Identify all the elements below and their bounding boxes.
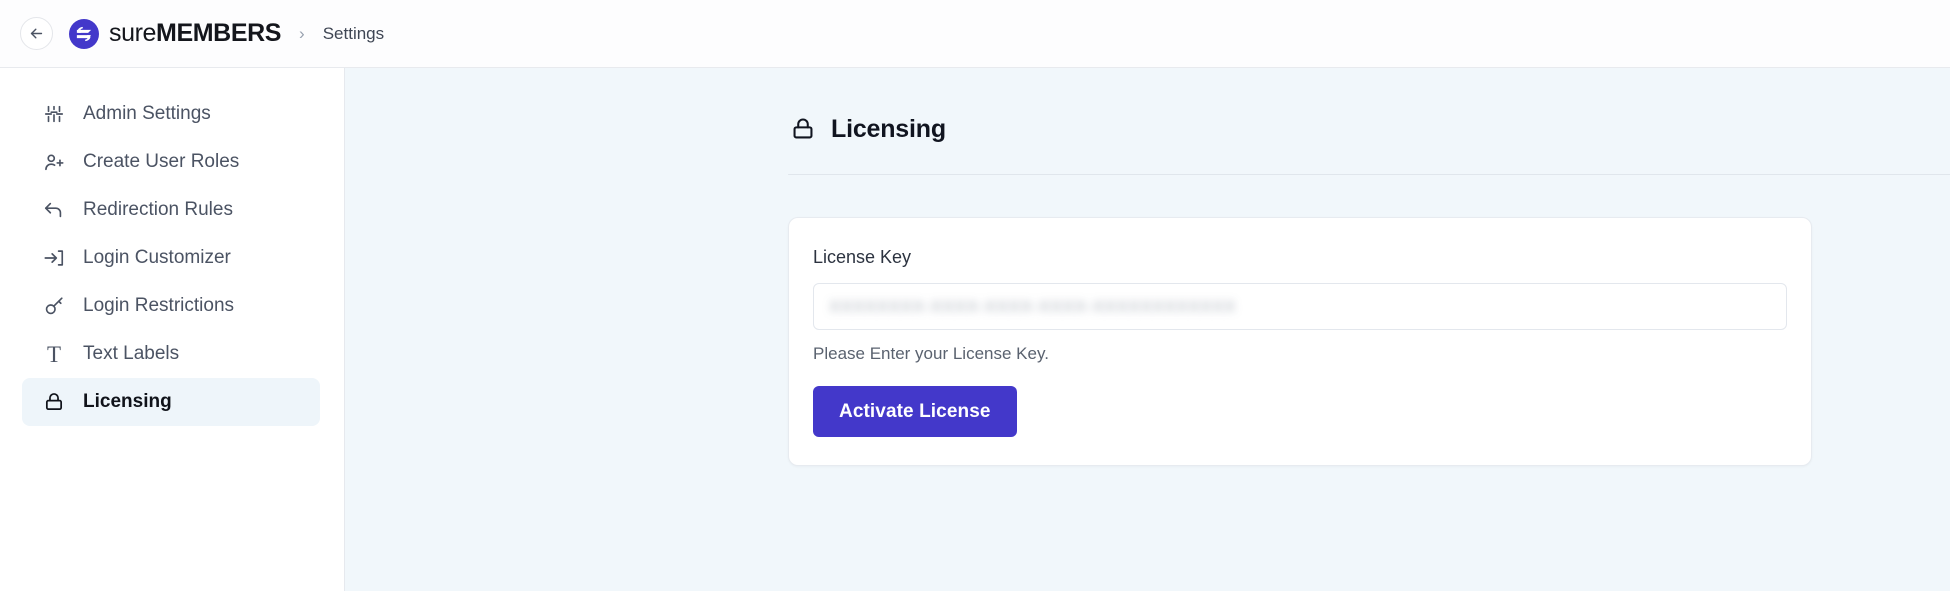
sidebar-item-create-user-roles[interactable]: Create User Roles bbox=[22, 138, 320, 186]
header-divider bbox=[788, 174, 1950, 175]
license-key-input[interactable]: XXXXXXXX-XXXX-XXXX-XXXX-XXXXXXXXXXXX bbox=[813, 283, 1787, 330]
brand-wordmark: sureMEMBERS bbox=[109, 21, 281, 46]
sidebar-item-redirection-rules[interactable]: Redirection Rules bbox=[22, 186, 320, 234]
sidebar-item-label: Admin Settings bbox=[83, 103, 211, 124]
sidebar-item-label: Login Restrictions bbox=[83, 295, 235, 316]
page-title: Licensing bbox=[831, 114, 946, 143]
sliders-icon bbox=[42, 102, 66, 126]
main-inner: Licensing License Key XXXXXXXX-XXXX-XXXX… bbox=[788, 116, 1950, 466]
sidebar-item-label: Licensing bbox=[83, 391, 172, 412]
main-content: Licensing License Key XXXXXXXX-XXXX-XXXX… bbox=[345, 68, 1950, 591]
license-key-label: License Key bbox=[813, 247, 912, 267]
license-key-help-text: Please Enter your License Key. bbox=[813, 344, 1049, 363]
lock-icon bbox=[790, 116, 816, 142]
brand-logo[interactable]: sureMEMBERS bbox=[69, 18, 281, 49]
arrow-return-icon bbox=[42, 198, 66, 222]
activate-license-button[interactable]: Activate License bbox=[813, 386, 1017, 437]
text-format-icon: T bbox=[46, 341, 62, 367]
breadcrumb-settings[interactable]: Settings bbox=[323, 24, 384, 44]
sidebar-item-label: Redirection Rules bbox=[83, 199, 233, 220]
sidebar-item-licensing[interactable]: Licensing bbox=[22, 378, 320, 426]
key-icon bbox=[42, 294, 66, 318]
sidebar-item-admin-settings[interactable]: Admin Settings bbox=[22, 90, 320, 138]
page-body: Admin Settings Create User Roles Redirec… bbox=[0, 68, 1950, 591]
license-key-value: XXXXXXXX-XXXX-XXXX-XXXX-XXXXXXXXXXXX bbox=[829, 296, 1237, 316]
lock-icon bbox=[42, 390, 66, 414]
sidebar-item-login-customizer[interactable]: Login Customizer bbox=[22, 234, 320, 282]
sidebar-item-label: Create User Roles bbox=[83, 151, 240, 172]
sidebar-item-text-labels[interactable]: T Text Labels bbox=[22, 330, 320, 378]
sidebar-item-label: Login Customizer bbox=[83, 247, 231, 268]
back-button[interactable] bbox=[20, 17, 53, 50]
page-header: Licensing bbox=[788, 116, 1950, 142]
sidebar-item-login-restrictions[interactable]: Login Restrictions bbox=[22, 282, 320, 330]
suremembers-logo-icon bbox=[69, 18, 99, 49]
license-key-card: License Key XXXXXXXX-XXXX-XXXX-XXXX-XXXX… bbox=[788, 217, 1812, 466]
sidebar-item-label: Text Labels bbox=[83, 343, 180, 364]
user-plus-icon bbox=[42, 150, 66, 174]
sign-in-icon bbox=[42, 246, 66, 270]
sidebar-nav: Admin Settings Create User Roles Redirec… bbox=[0, 68, 345, 591]
brand-text-bold: MEMBERS bbox=[156, 19, 282, 47]
arrow-left-icon bbox=[28, 25, 45, 42]
breadcrumb-separator: › bbox=[299, 24, 305, 43]
top-bar: sureMEMBERS › Settings bbox=[0, 0, 1950, 68]
brand-text-light: sure bbox=[109, 19, 157, 47]
